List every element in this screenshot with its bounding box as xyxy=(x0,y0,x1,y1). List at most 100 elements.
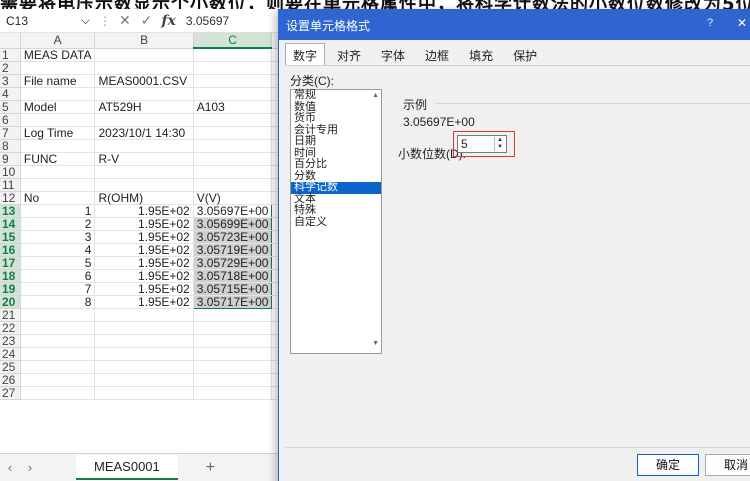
row-header[interactable]: 5 xyxy=(0,100,21,114)
cell-b[interactable]: 1.95E+02 xyxy=(94,217,194,231)
cell-b[interactable] xyxy=(94,334,194,348)
cell-c[interactable] xyxy=(193,61,273,75)
cell-a[interactable] xyxy=(20,165,96,179)
cell-a[interactable]: 1 xyxy=(20,204,96,218)
row-header[interactable]: 22 xyxy=(0,321,21,335)
row-header[interactable]: 8 xyxy=(0,139,21,153)
cell-b[interactable]: 1.95E+02 xyxy=(94,230,194,244)
cell-b[interactable] xyxy=(94,178,194,192)
cell-a[interactable]: 5 xyxy=(20,256,96,270)
row-header[interactable]: 13 xyxy=(0,204,21,218)
dialog-title-bar[interactable]: 设置单元格格式 ? ✕ xyxy=(279,10,750,40)
cell-c[interactable]: V(V) xyxy=(193,191,273,205)
cell-a[interactable]: No xyxy=(20,191,96,205)
cell-a[interactable]: Model xyxy=(20,100,96,114)
cell-b[interactable]: 1.95E+02 xyxy=(94,204,194,218)
cell-b[interactable] xyxy=(94,87,194,101)
category-item[interactable]: 科学记数 xyxy=(291,181,381,194)
cell-c[interactable] xyxy=(193,126,273,140)
category-item[interactable]: 常规 xyxy=(291,89,381,102)
category-item[interactable]: 百分比 xyxy=(291,158,381,171)
formula-input[interactable]: 3.05697 xyxy=(180,14,229,28)
cell-a[interactable] xyxy=(20,373,96,387)
cell-a[interactable] xyxy=(20,113,96,127)
row-header[interactable]: 12 xyxy=(0,191,21,205)
cell-c[interactable] xyxy=(193,334,273,348)
category-item[interactable]: 货币 xyxy=(291,112,381,125)
cell-c[interactable]: 3.05699E+00 xyxy=(192,217,273,231)
row-header[interactable]: 25 xyxy=(0,360,21,374)
cell-c[interactable]: 3.05723E+00 xyxy=(192,230,273,244)
chevron-down-icon[interactable]: ⌵ xyxy=(81,13,90,28)
cell-a[interactable] xyxy=(20,334,96,348)
cell-b[interactable]: R(OHM) xyxy=(94,191,194,205)
row-header[interactable]: 21 xyxy=(0,308,21,322)
cell-c[interactable] xyxy=(193,386,273,400)
spreadsheet-grid[interactable]: A B C 1 MEAS DATA 2 3 File name MEAS0001.CSV 4 5 Mo… xyxy=(0,33,280,453)
cell-b[interactable] xyxy=(94,373,194,387)
cell-c[interactable] xyxy=(193,87,273,101)
function-icon[interactable]: fx xyxy=(157,13,179,29)
scroll-up-icon[interactable]: ▲ xyxy=(372,92,379,99)
row-header[interactable]: 4 xyxy=(0,87,21,101)
cell-c[interactable] xyxy=(193,360,273,374)
cell-b[interactable] xyxy=(94,347,194,361)
cell-a[interactable]: 3 xyxy=(20,230,96,244)
cell-b[interactable] xyxy=(94,61,194,75)
cell-c[interactable]: 3.05717E+00 xyxy=(192,295,273,309)
cell-b[interactable]: 1.95E+02 xyxy=(94,282,194,296)
row-header[interactable]: 6 xyxy=(0,113,21,127)
cell-a[interactable]: 7 xyxy=(20,282,96,296)
cell-c[interactable] xyxy=(193,373,273,387)
row-header[interactable]: 9 xyxy=(0,152,21,166)
cell-c[interactable]: 3.05729E+00 xyxy=(192,256,273,270)
cell-b[interactable] xyxy=(94,308,194,322)
row-header[interactable]: 2 xyxy=(0,61,21,75)
scroll-down-icon[interactable]: ▼ xyxy=(372,340,379,347)
cancel-icon[interactable]: ✕ xyxy=(114,12,136,29)
cell-b[interactable] xyxy=(94,360,194,374)
cell-c[interactable] xyxy=(193,321,273,335)
cancel-button[interactable]: 取消 xyxy=(705,454,750,476)
cell-a[interactable] xyxy=(20,178,96,192)
cell-a[interactable] xyxy=(20,87,96,101)
row-header[interactable]: 19 xyxy=(0,282,21,296)
cell-b[interactable]: 2023/10/1 14:30 xyxy=(94,126,194,140)
row-header[interactable]: 10 xyxy=(0,165,21,179)
spin-up-icon[interactable]: ▲ xyxy=(495,137,505,144)
column-header-c[interactable]: C xyxy=(193,33,273,49)
cell-c[interactable] xyxy=(193,113,273,127)
help-button[interactable]: ? xyxy=(707,17,713,29)
row-header[interactable]: 17 xyxy=(0,256,21,270)
row-header[interactable]: 26 xyxy=(0,373,21,387)
confirm-icon[interactable]: ✓ xyxy=(136,12,158,29)
spin-down-icon[interactable]: ▼ xyxy=(495,144,505,151)
cell-b[interactable]: 1.95E+02 xyxy=(94,269,194,283)
cell-c[interactable] xyxy=(193,48,273,62)
chevron-left-icon[interactable]: ‹ xyxy=(0,460,20,475)
cell-b[interactable]: 1.95E+02 xyxy=(94,256,194,270)
cell-a[interactable] xyxy=(20,360,96,374)
row-header[interactable]: 14 xyxy=(0,217,21,231)
row-header[interactable]: 1 xyxy=(0,48,21,62)
cell-c[interactable]: 3.05719E+00 xyxy=(192,243,273,257)
cell-c[interactable]: 3.05718E+00 xyxy=(192,269,273,283)
row-header[interactable]: 15 xyxy=(0,230,21,244)
cell-b[interactable] xyxy=(94,113,194,127)
row-header[interactable]: 18 xyxy=(0,269,21,283)
cell-a[interactable]: FUNC xyxy=(20,152,96,166)
select-all-corner[interactable] xyxy=(0,33,21,49)
cell-a[interactable] xyxy=(20,386,96,400)
cell-b[interactable]: MEAS0001.CSV xyxy=(94,74,194,88)
cell-a[interactable] xyxy=(20,308,96,322)
cell-b[interactable]: 1.95E+02 xyxy=(94,295,194,309)
cell-c[interactable]: A103 xyxy=(193,100,273,114)
ok-button[interactable]: 确定 xyxy=(637,454,699,476)
cell-b[interactable] xyxy=(94,321,194,335)
cell-c[interactable]: 3.05697E+00 xyxy=(192,203,273,218)
column-header-b[interactable]: B xyxy=(94,33,194,49)
decimal-spinner[interactable]: ▲ ▼ xyxy=(494,137,505,151)
cell-c[interactable] xyxy=(193,347,273,361)
name-box[interactable]: C13 ⌵ xyxy=(0,10,96,32)
row-header[interactable]: 3 xyxy=(0,74,21,88)
